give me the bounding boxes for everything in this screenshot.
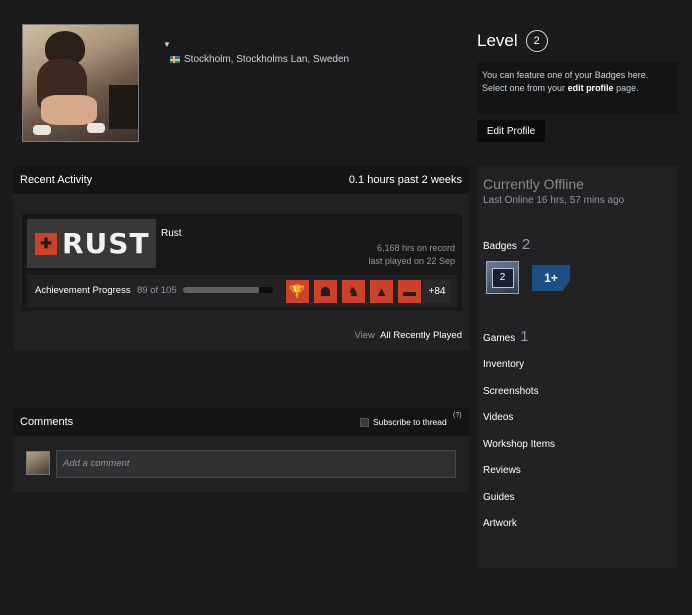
nav-inventory[interactable]: Inventory bbox=[483, 359, 524, 370]
subscribe-checkbox[interactable] bbox=[360, 417, 369, 427]
rust-logo-icon: ✚ bbox=[35, 232, 57, 255]
location-text: Stockholm, Stockholms Lan, Sweden bbox=[184, 54, 350, 65]
recent-hours-summary: 0.1 hours past 2 weeks bbox=[348, 174, 462, 186]
badge-level-2-text: 2 bbox=[491, 267, 514, 288]
level-badge: 2 bbox=[525, 30, 548, 52]
achievement-progress-label[interactable]: Achievement Progress bbox=[35, 285, 131, 296]
tank-icon[interactable]: ▬ bbox=[398, 280, 421, 303]
badges-count: 2 bbox=[521, 236, 531, 253]
feature-text-end: page. bbox=[616, 83, 639, 93]
level-label: Level bbox=[477, 31, 518, 50]
achievement-icons: 🏆 ☗ ♞ ▲ ▬ bbox=[286, 280, 421, 303]
featured-badge-box: You can feature one of your Badges here.… bbox=[477, 62, 678, 114]
profile-location: Stockholm, Stockholms Lan, Sweden bbox=[170, 54, 349, 65]
game-hours: 6,168 hrs on record bbox=[376, 243, 455, 253]
game-last-played: last played on 22 Sep bbox=[368, 256, 455, 266]
achievement-more-count[interactable]: +84 bbox=[423, 280, 451, 303]
recent-activity-header: Recent Activity 0.1 hours past 2 weeks bbox=[13, 166, 469, 194]
sweden-flag-icon bbox=[170, 56, 180, 63]
badge-level-2[interactable]: 2 bbox=[486, 261, 519, 294]
nav-reviews[interactable]: Reviews bbox=[483, 465, 521, 476]
nav-artwork[interactable]: Artwork bbox=[483, 518, 517, 529]
mask-icon[interactable]: ☗ bbox=[314, 280, 337, 303]
achievement-progress-fill bbox=[183, 287, 260, 293]
game-name[interactable]: Rust bbox=[161, 228, 182, 239]
comments-title: Comments bbox=[20, 416, 74, 428]
rocket-icon[interactable]: ▲ bbox=[370, 280, 393, 303]
profile-level: Level 2 bbox=[477, 30, 548, 52]
badge-years-service[interactable]: 1+ bbox=[532, 265, 570, 291]
last-online: Last Online 16 hrs, 57 mins ago bbox=[483, 195, 625, 206]
online-status: Currently Offline bbox=[483, 176, 584, 192]
games-count: 1 bbox=[520, 328, 529, 345]
all-recently-played-link[interactable]: All Recently Played bbox=[380, 330, 462, 341]
bear-icon[interactable]: ♞ bbox=[342, 280, 365, 303]
nav-screenshots[interactable]: Screenshots bbox=[483, 386, 539, 397]
edit-profile-link[interactable]: edit profile bbox=[568, 83, 614, 93]
subscribe-to-thread[interactable]: Subscribe to thread bbox=[360, 417, 447, 427]
view-prefix: View bbox=[354, 330, 375, 341]
name-dropdown-icon[interactable]: ▼ bbox=[163, 40, 171, 49]
recent-activity-title: Recent Activity bbox=[20, 174, 93, 186]
edit-profile-button[interactable]: Edit Profile bbox=[477, 120, 545, 142]
achievement-count: 89 of 105 bbox=[137, 285, 177, 296]
badges-label: Badges bbox=[483, 241, 517, 252]
profile-avatar[interactable] bbox=[22, 24, 139, 142]
help-icon[interactable]: (?) bbox=[453, 412, 462, 419]
trophy-icon[interactable]: 🏆 bbox=[286, 280, 309, 303]
badges-link[interactable]: Badges 2 bbox=[483, 236, 530, 253]
nav-workshop-items[interactable]: Workshop Items bbox=[483, 439, 555, 450]
subscribe-label: Subscribe to thread bbox=[373, 417, 447, 427]
comment-avatar bbox=[26, 451, 50, 475]
games-link[interactable]: Games 1 bbox=[483, 328, 529, 345]
nav-guides[interactable]: Guides bbox=[483, 492, 515, 503]
games-label: Games bbox=[483, 333, 516, 344]
game-logo-text: RUST bbox=[62, 227, 150, 260]
nav-videos[interactable]: Videos bbox=[483, 412, 513, 423]
achievement-progress-bar bbox=[183, 287, 273, 293]
comment-input[interactable]: Add a comment bbox=[56, 450, 456, 478]
view-all-recently-played[interactable]: View All Recently Played bbox=[300, 330, 462, 341]
game-capsule[interactable]: ✚ RUST bbox=[27, 219, 156, 268]
